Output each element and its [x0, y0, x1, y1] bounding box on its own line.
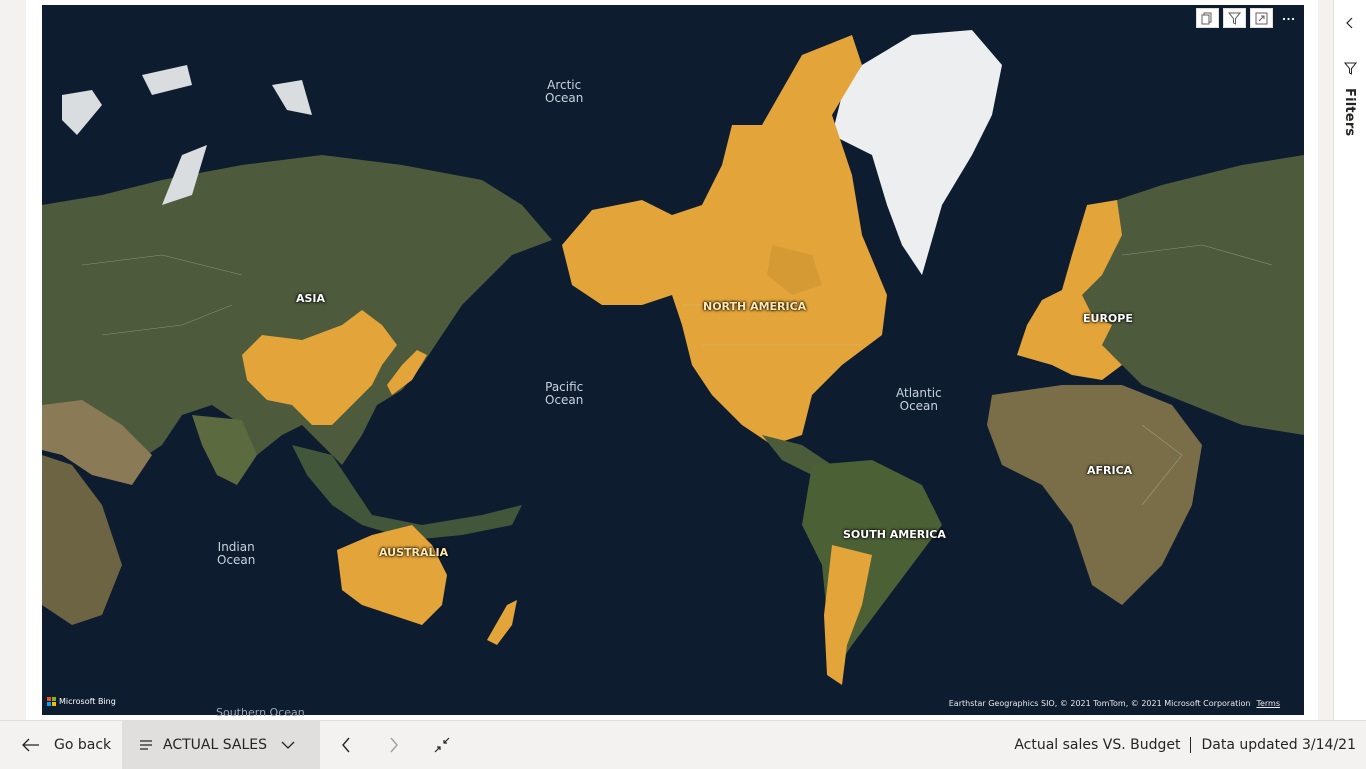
- continent-label-north-america: NORTH AMERICA: [703, 300, 807, 313]
- copy-icon: [1201, 12, 1212, 24]
- fit-to-page-button[interactable]: [418, 721, 466, 769]
- bing-logo: Microsoft Bing: [47, 697, 116, 706]
- ocean-label-indian: Indian Ocean: [217, 540, 256, 567]
- attribution-text: Earthstar Geographics SIO, © 2021 TomTom…: [948, 699, 1251, 708]
- collapse-icon: [434, 737, 450, 752]
- chevron-left-icon[interactable]: [1343, 16, 1357, 30]
- continent-label-europe: EUROPE: [1083, 312, 1133, 325]
- arrow-left-icon: [22, 738, 39, 751]
- list-icon: [140, 739, 152, 750]
- chevron-left-icon: [342, 737, 350, 752]
- focus-mode-button[interactable]: [1250, 8, 1273, 28]
- continent-label-africa: AFRICA: [1087, 464, 1133, 477]
- page-navigator-button[interactable]: ACTUAL SALES ...: [122, 720, 320, 769]
- next-page-button[interactable]: [370, 721, 418, 769]
- focus-mode-icon: [1255, 12, 1268, 24]
- copy-visual-button[interactable]: [1196, 8, 1219, 28]
- go-back-button[interactable]: Go back: [0, 721, 122, 769]
- ocean-label-atlantic: Atlantic Ocean: [896, 386, 942, 413]
- filter-icon[interactable]: [1344, 62, 1357, 75]
- terms-link[interactable]: Terms: [1256, 699, 1280, 708]
- data-updated-label: Data updated 3/14/21: [1201, 737, 1356, 753]
- continent-label-south-america: SOUTH AMERICA: [843, 528, 946, 541]
- filter-visual-button[interactable]: [1223, 8, 1246, 28]
- ocean-label-southern: Southern Ocean: [216, 706, 305, 719]
- chevron-down-icon: [281, 741, 295, 749]
- visual-header: [1196, 8, 1300, 28]
- map-visual[interactable]: Arctic Ocean Pacific Ocean Atlantic Ocean I…: [42, 5, 1304, 715]
- report-canvas: Arctic Ocean Pacific Ocean Atlantic Ocean I…: [0, 0, 1333, 720]
- continent-label-asia: ASIA: [296, 292, 326, 305]
- map-svg: [42, 5, 1304, 715]
- previous-page-button[interactable]: [322, 721, 370, 769]
- map-provider-label: Microsoft Bing: [59, 697, 116, 706]
- ocean-label-pacific: Pacific Ocean: [545, 380, 584, 407]
- status-separator: [1190, 737, 1192, 753]
- bottom-bar: Go back ACTUAL SALES ... Actual sales VS…: [0, 720, 1366, 769]
- chevron-right-icon: [390, 737, 398, 752]
- filter-icon: [1228, 12, 1241, 25]
- more-options-icon: [1282, 17, 1295, 20]
- continent-label-australia: AUSTRALIA: [379, 546, 449, 559]
- report-status: Actual sales VS. Budget Data updated 3/1…: [1014, 721, 1356, 769]
- more-options-button[interactable]: [1277, 8, 1300, 28]
- filters-pane-label[interactable]: Filters: [1342, 88, 1357, 136]
- microsoft-logo-icon: [47, 697, 56, 706]
- map-attribution: Earthstar Geographics SIO, © 2021 TomTom…: [949, 699, 1280, 708]
- report-title: Actual sales VS. Budget: [1014, 737, 1181, 753]
- go-back-label: Go back: [54, 736, 112, 753]
- ocean-label-arctic: Arctic Ocean: [545, 78, 584, 105]
- page-name-label: ACTUAL SALES ...: [163, 736, 271, 753]
- filters-pane: Filters: [1333, 0, 1366, 720]
